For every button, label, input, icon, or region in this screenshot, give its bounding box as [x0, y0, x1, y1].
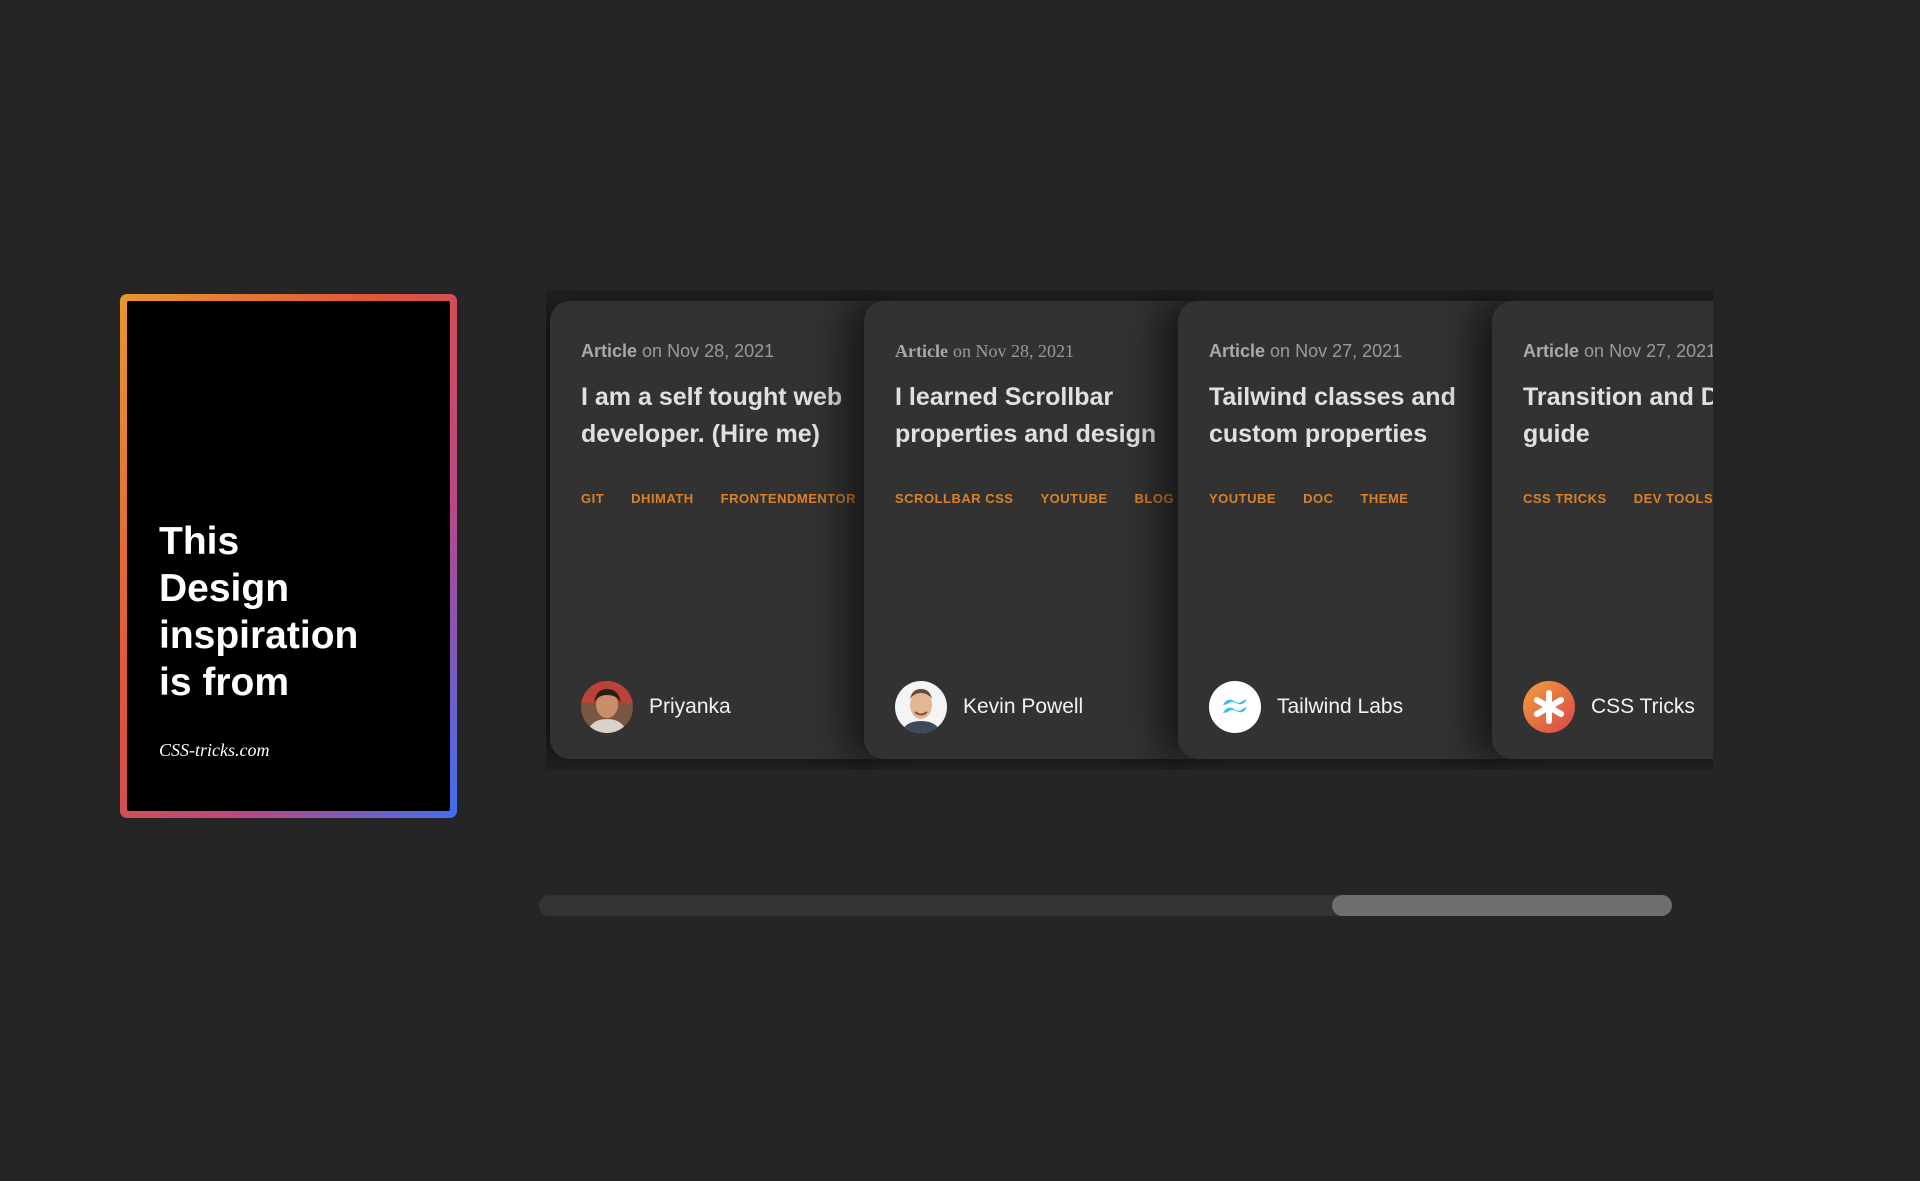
article-card-kevin-powell[interactable]: Article on Nov 28, 2021 I learned Scroll…	[864, 301, 1209, 759]
tailwind-logo-icon	[1209, 681, 1261, 733]
scrollbar-thumb[interactable]	[1332, 895, 1672, 916]
tag-youtube[interactable]: YOUTUBE	[1209, 491, 1276, 506]
card-type: Article	[1209, 341, 1266, 361]
card-meta: Article on Nov 28, 2021	[895, 341, 1074, 362]
card-title-line[interactable]: Transition and DOM	[1523, 379, 1713, 416]
tag-frontendmentor[interactable]: FRONTENDMENTOR	[721, 491, 856, 506]
card-author[interactable]: CSS Tricks	[1523, 681, 1695, 733]
author-name[interactable]: Tailwind Labs	[1277, 695, 1403, 719]
card-title[interactable]: Tailwind classes and custom properties	[1209, 379, 1509, 453]
tag-youtube[interactable]: YOUTUBE	[1040, 491, 1107, 506]
card-tags: GIT DHIMATH FRONTENDMENTOR	[581, 491, 856, 506]
card-scroller[interactable]: Article on Nov 28, 2021 I am a self toug…	[546, 290, 1713, 770]
page: This Design inspiration is from CSS-tric…	[0, 0, 1920, 1181]
card-author[interactable]: Kevin Powell	[895, 681, 1083, 733]
card-title-line[interactable]: I learned Scrollbar	[895, 379, 1195, 416]
intro-source: CSS-tricks.com	[159, 740, 270, 760]
article-card-priyanka[interactable]: Article on Nov 28, 2021 I am a self toug…	[550, 301, 895, 759]
card-date: on Nov 28, 2021	[642, 341, 775, 361]
author-name[interactable]: Kevin Powell	[963, 695, 1083, 719]
tag-theme[interactable]: THEME	[1360, 491, 1408, 506]
tag-git[interactable]: GIT	[581, 491, 604, 506]
card-title-line[interactable]: properties and design	[895, 416, 1195, 453]
intro-card: This Design inspiration is from CSS-tric…	[120, 294, 457, 818]
tag-scrollbar-css[interactable]: SCROLLBAR CSS	[895, 491, 1013, 506]
article-card-css-tricks[interactable]: Article on Nov 27, 2021 Transition and D…	[1492, 301, 1713, 759]
card-tags: YOUTUBE DOC THEME	[1209, 491, 1408, 506]
tag-dhimath[interactable]: DHIMATH	[631, 491, 693, 506]
card-date: on Nov 27, 2021	[1584, 341, 1713, 361]
tag-dev-tools[interactable]: DEV TOOLS	[1634, 491, 1713, 506]
card-type: Article	[1523, 341, 1580, 361]
intro-title: This Design inspiration is from	[159, 520, 359, 704]
card-title-line[interactable]: I am a self tought web	[581, 379, 881, 416]
card-title-line[interactable]: Tailwind classes and	[1209, 379, 1509, 416]
person-photo-icon	[581, 681, 633, 733]
card-title[interactable]: I learned Scrollbar properties and desig…	[895, 379, 1195, 453]
card-meta: Article on Nov 27, 2021	[1523, 341, 1713, 362]
horizontal-scrollbar[interactable]	[539, 895, 1672, 916]
article-card-tailwind-labs[interactable]: Article on Nov 27, 2021 Tailwind classes…	[1178, 301, 1523, 759]
tag-css-tricks[interactable]: CSS TRICKS	[1523, 491, 1607, 506]
card-title-line[interactable]: guide	[1523, 416, 1713, 453]
card-date: on Nov 28, 2021	[952, 341, 1074, 361]
card-author[interactable]: Priyanka	[581, 681, 731, 733]
card-meta: Article on Nov 27, 2021	[1209, 341, 1402, 362]
person-photo-icon	[895, 681, 947, 733]
tag-blog[interactable]: BLOG	[1135, 491, 1175, 506]
card-tags: SCROLLBAR CSS YOUTUBE BLOG	[895, 491, 1174, 506]
card-type: Article	[581, 341, 638, 361]
card-title-line[interactable]: custom properties	[1209, 416, 1509, 453]
card-date: on Nov 27, 2021	[1270, 341, 1403, 361]
css-tricks-logo-icon	[1523, 681, 1575, 733]
card-title[interactable]: I am a self tought web developer. (Hire …	[581, 379, 881, 453]
intro-card-inner: This Design inspiration is from CSS-tric…	[127, 301, 450, 811]
author-name[interactable]: CSS Tricks	[1591, 695, 1695, 719]
card-title-line[interactable]: developer. (Hire me)	[581, 416, 881, 453]
card-author[interactable]: Tailwind Labs	[1209, 681, 1403, 733]
card-type: Article	[895, 341, 948, 361]
card-title[interactable]: Transition and DOM guide	[1523, 379, 1713, 453]
author-name[interactable]: Priyanka	[649, 695, 731, 719]
card-tags: CSS TRICKS DEV TOOLS	[1523, 491, 1713, 506]
tag-doc[interactable]: DOC	[1303, 491, 1333, 506]
card-meta: Article on Nov 28, 2021	[581, 341, 774, 362]
